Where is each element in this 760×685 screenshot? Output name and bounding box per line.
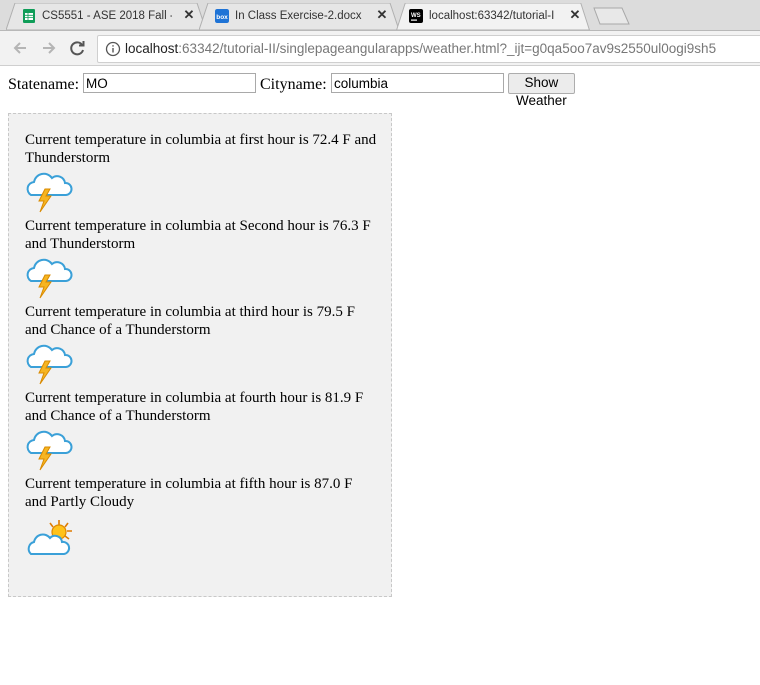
svg-text:WS: WS (411, 13, 421, 19)
tab-strip: CS5551 - ASE 2018 Fall - ✕ box In Class … (0, 0, 760, 31)
city-input[interactable] (331, 73, 504, 93)
url-text: localhost:63342/tutorial-II/singlepagean… (125, 41, 716, 56)
url-host: localhost (125, 41, 179, 56)
thunderstorm-icon (26, 430, 73, 471)
forecast-text: Current temperature in columbia at third… (25, 304, 355, 338)
close-icon[interactable]: ✕ (182, 8, 196, 22)
close-icon[interactable]: ✕ (568, 8, 582, 22)
tab-sheets[interactable]: CS5551 - ASE 2018 Fall - ✕ (6, 3, 206, 30)
tab-title: CS5551 - ASE 2018 Fall - (42, 10, 172, 22)
tab-box[interactable]: box In Class Exercise-2.docx | ✕ (199, 3, 399, 30)
forecast-panel: Current temperature in columbia at first… (8, 113, 392, 597)
forecast-text: Current temperature in columbia at fifth… (25, 476, 353, 510)
close-icon[interactable]: ✕ (375, 8, 389, 22)
svg-text:box: box (216, 14, 228, 21)
city-label: Cityname: (260, 76, 327, 93)
thunderstorm-icon (26, 172, 73, 213)
sheets-icon (23, 9, 35, 23)
page-content: Statename: Cityname: Show Weather Curren… (0, 66, 760, 685)
forecast-text: Current temperature in columbia at first… (25, 132, 377, 166)
new-tab-button[interactable] (592, 6, 632, 26)
info-icon[interactable] (105, 41, 121, 57)
thunderstorm-icon (26, 258, 73, 299)
thunderstorm-icon (26, 344, 73, 385)
forecast-text: Current temperature in columbia at Secon… (25, 218, 371, 252)
webstorm-icon: WS (409, 9, 423, 23)
state-input[interactable] (83, 73, 256, 93)
reload-button[interactable] (66, 37, 88, 59)
show-weather-button[interactable]: Show Weather (508, 73, 575, 108)
partly-cloudy-icon (27, 520, 72, 555)
box-icon: box (215, 9, 229, 23)
tab-localhost[interactable]: WS localhost:63342/tutorial-I ✕ (393, 3, 593, 30)
forecast-text: Current temperature in columbia at fourt… (25, 390, 364, 424)
browser-toolbar: localhost:63342/tutorial-II/singlepagean… (0, 31, 760, 66)
address-bar[interactable]: localhost:63342/tutorial-II/singlepagean… (97, 35, 760, 63)
back-button[interactable] (9, 37, 31, 59)
url-path: :63342/tutorial-II/singlepageangularapps… (178, 41, 717, 56)
tab-title: localhost:63342/tutorial-I (429, 10, 555, 22)
forward-button[interactable] (38, 37, 60, 59)
tab-title: In Class Exercise-2.docx | (235, 10, 365, 22)
state-label: Statename: (8, 76, 80, 93)
